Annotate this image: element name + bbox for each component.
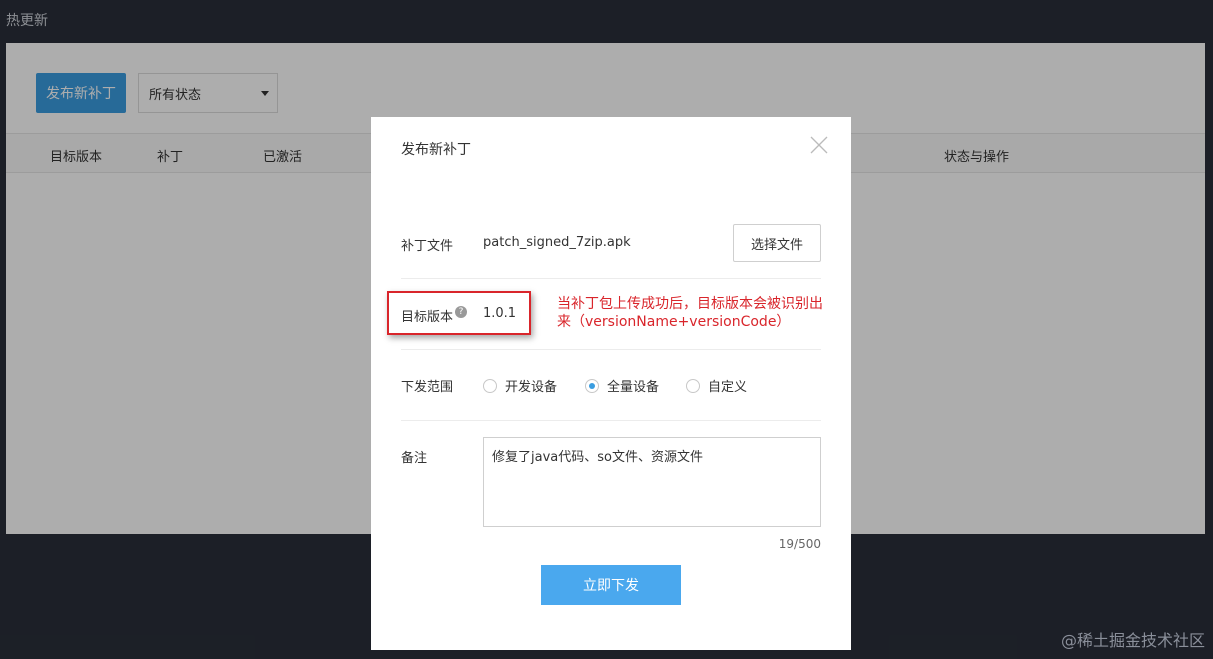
dialog-title: 发布新补丁 [401, 142, 471, 158]
radio-icon [483, 378, 497, 393]
patch-file-name: patch_signed_7zip.apk [483, 235, 631, 250]
divider [401, 420, 821, 421]
radio-all-devices[interactable]: 全量设备 [585, 376, 659, 395]
watermark: @稀土掘金技术社区 [1060, 631, 1205, 650]
radio-checked-icon [585, 378, 599, 393]
choose-file-button[interactable]: 选择文件 [733, 224, 821, 262]
annotation-text: 当补丁包上传成功后，目标版本会被识别出来（versionName+version… [557, 296, 823, 330]
help-icon[interactable]: ? [455, 306, 467, 318]
notes-textarea[interactable]: 修复了java代码、so文件、资源文件 [483, 437, 821, 527]
divider [401, 349, 821, 350]
patch-file-label: 补丁文件 [401, 239, 454, 254]
close-icon[interactable] [809, 135, 829, 155]
radio-label: 全量设备 [607, 380, 660, 395]
divider [401, 278, 821, 279]
radio-label: 开发设备 [505, 380, 558, 395]
char-counter: 19/500 [778, 537, 821, 551]
radio-custom[interactable]: 自定义 [686, 376, 747, 395]
target-version-label: 目标版本 [401, 310, 454, 325]
scope-label: 下发范围 [401, 380, 454, 395]
publish-patch-dialog: 发布新补丁 补丁文件 patch_signed_7zip.apk 选择文件 目标… [371, 117, 851, 650]
target-version-value: 1.0.1 [483, 306, 517, 321]
radio-icon [686, 378, 700, 393]
radio-label: 自定义 [708, 380, 748, 395]
submit-button[interactable]: 立即下发 [541, 565, 681, 605]
radio-dev-devices[interactable]: 开发设备 [483, 376, 557, 395]
notes-label: 备注 [401, 451, 428, 466]
